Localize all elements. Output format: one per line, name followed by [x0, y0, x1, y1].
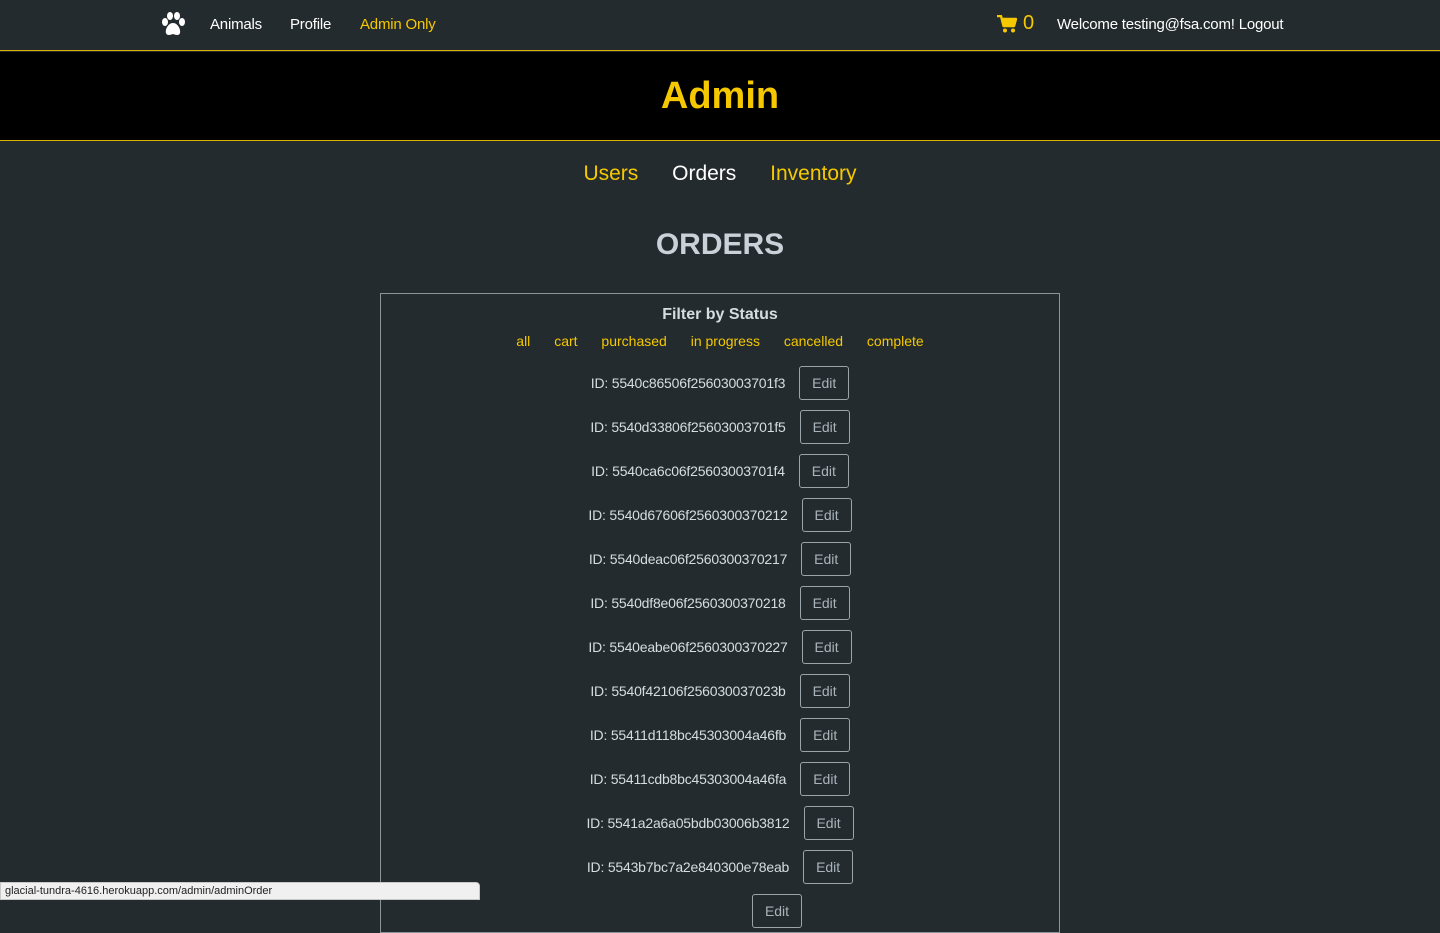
- tab-orders[interactable]: Orders: [672, 162, 736, 185]
- browser-status-bar: glacial-tundra-4616.herokuapp.com/admin/…: [0, 882, 480, 900]
- order-row: ID: 5540c86506f25603003701f3 Edit: [381, 365, 1059, 401]
- admin-tabs: Users Orders Inventory: [0, 162, 1440, 186]
- order-id: ID: 5540deac06f2560300370217: [588, 551, 788, 567]
- order-id: ID: 5540d67606f2560300370212: [588, 507, 788, 523]
- order-id: ID: 5540df8e06f2560300370218: [590, 595, 786, 611]
- logout-link[interactable]: Logout: [1239, 16, 1284, 33]
- filter-purchased[interactable]: purchased: [601, 333, 666, 349]
- order-id: ID: 5540d33806f25603003701f5: [590, 419, 786, 435]
- shopping-cart-icon: [997, 14, 1017, 32]
- section-title: ORDERS: [655, 228, 785, 261]
- order-id: ID: 5540f42106f256030037023b: [590, 683, 786, 699]
- order-row: ID: 5541a2a6a05bdb03006b3812 Edit: [381, 805, 1059, 841]
- edit-order-button[interactable]: Edit: [801, 498, 852, 532]
- order-row: ID: 5540d33806f25603003701f5 Edit: [381, 409, 1059, 445]
- page-title: Admin: [660, 75, 780, 117]
- order-row: ID: 5540f42106f256030037023b Edit: [381, 673, 1059, 709]
- nav-link-admin-only[interactable]: Admin Only: [360, 16, 436, 33]
- paw-icon[interactable]: [158, 10, 188, 40]
- edit-order-button[interactable]: Edit: [803, 806, 854, 840]
- order-row: ID: 5540d67606f2560300370212 Edit: [381, 497, 1059, 533]
- cart-count: 0: [1023, 12, 1035, 34]
- nav-link-profile[interactable]: Profile: [290, 16, 331, 33]
- edit-order-button[interactable]: Edit: [800, 718, 851, 752]
- order-id: ID: 55411cdb8bc45303004a46fa: [589, 771, 787, 787]
- top-navbar: Animals Profile Admin Only 0 Welcome tes…: [0, 0, 1440, 51]
- admin-banner: Admin: [0, 52, 1440, 141]
- edit-order-button[interactable]: Edit: [752, 894, 802, 928]
- order-row: ID: 55411d118bc45303004a46fb Edit: [381, 717, 1059, 753]
- order-row: ID: 5540eabe06f2560300370227 Edit: [381, 629, 1059, 665]
- order-row: Edit: [381, 893, 1059, 929]
- order-row: ID: 5540ca6c06f25603003701f4 Edit: [381, 453, 1059, 489]
- status-filter-list: all cart purchased in progress cancelled…: [381, 333, 1059, 349]
- filter-cart[interactable]: cart: [554, 333, 577, 349]
- filter-title: Filter by Status: [662, 306, 778, 323]
- filter-all[interactable]: all: [516, 333, 530, 349]
- tab-inventory[interactable]: Inventory: [770, 162, 856, 185]
- edit-order-button[interactable]: Edit: [799, 586, 850, 620]
- edit-order-button[interactable]: Edit: [798, 454, 849, 488]
- order-id: ID: 5541a2a6a05bdb03006b3812: [586, 815, 790, 831]
- edit-order-button[interactable]: Edit: [799, 410, 850, 444]
- orders-panel: Filter by Status all cart purchased in p…: [380, 293, 1060, 933]
- filter-complete[interactable]: complete: [867, 333, 924, 349]
- order-id: ID: 55411d118bc45303004a46fb: [589, 727, 787, 743]
- order-id: ID: 5540eabe06f2560300370227: [588, 639, 788, 655]
- order-row: ID: 55411cdb8bc45303004a46fa Edit: [381, 761, 1059, 797]
- edit-order-button[interactable]: Edit: [801, 630, 852, 664]
- order-id: ID: 5540ca6c06f25603003701f4: [591, 463, 785, 479]
- order-id: ID: 5540c86506f25603003701f3: [590, 375, 786, 391]
- order-id: ID: 5543b7bc7a2e840300e78eab: [586, 859, 790, 875]
- edit-order-button[interactable]: Edit: [799, 674, 850, 708]
- edit-order-button[interactable]: Edit: [800, 762, 851, 796]
- order-row: ID: 5540deac06f2560300370217 Edit: [381, 541, 1059, 577]
- tab-users[interactable]: Users: [583, 162, 638, 185]
- order-row: ID: 5540df8e06f2560300370218 Edit: [381, 585, 1059, 621]
- nav-link-animals[interactable]: Animals: [210, 16, 262, 33]
- filter-in-progress[interactable]: in progress: [691, 333, 760, 349]
- welcome-message: Welcome testing@fsa.com! Logout: [1057, 16, 1284, 33]
- cart-button[interactable]: 0: [997, 12, 1034, 35]
- edit-order-button[interactable]: Edit: [801, 542, 852, 576]
- edit-order-button[interactable]: Edit: [799, 366, 850, 400]
- welcome-text: Welcome testing@fsa.com!: [1057, 16, 1235, 33]
- edit-order-button[interactable]: Edit: [803, 850, 854, 884]
- order-row: ID: 5543b7bc7a2e840300e78eab Edit: [381, 849, 1059, 885]
- filter-cancelled[interactable]: cancelled: [784, 333, 843, 349]
